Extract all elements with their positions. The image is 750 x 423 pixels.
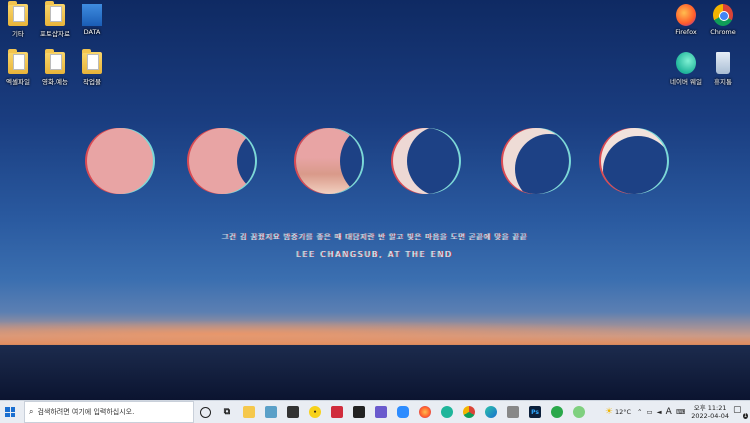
desktop-icon-data[interactable]: DATA <box>69 4 115 36</box>
whale-icon <box>441 406 453 418</box>
folder-icon <box>8 49 28 74</box>
taskbar-app-2[interactable] <box>260 401 282 423</box>
notification-center-button[interactable]: ▢ 1 <box>733 405 748 419</box>
recycle-bin-icon <box>716 52 730 74</box>
taskbar-whale[interactable] <box>436 401 458 423</box>
taskbar-firefox[interactable] <box>414 401 436 423</box>
start-button[interactable] <box>0 401 20 423</box>
calculator-icon <box>287 406 299 418</box>
taskbar-kakaotalk[interactable]: • <box>304 401 326 423</box>
app-icon <box>551 406 563 418</box>
chrome-icon <box>463 406 475 418</box>
sea <box>0 345 750 400</box>
task-view-icon: ⧉ <box>223 407 231 417</box>
app-icon <box>265 406 277 418</box>
folder-icon <box>82 49 102 74</box>
moon-phases <box>0 126 750 196</box>
folder-icon <box>45 49 65 74</box>
desktop-icon-label: 휴지통 <box>714 78 732 86</box>
desktop: 기타 포토샵자료 DATA 엑셀파일 영화,예능 작업물 Firefox Chr… <box>0 0 750 400</box>
moon-crescent-3 <box>601 128 667 194</box>
folder-icon <box>82 4 102 26</box>
taskbar-edge[interactable] <box>480 401 502 423</box>
folder-icon <box>243 406 255 418</box>
chrome-icon <box>713 4 733 26</box>
task-view-button[interactable]: ⧉ <box>216 401 238 423</box>
taskbar-file-explorer[interactable] <box>238 401 260 423</box>
taskbar-app-6[interactable] <box>348 401 370 423</box>
taskbar-photoshop[interactable]: Ps <box>524 401 546 423</box>
kakaotalk-icon: • <box>309 406 321 418</box>
taskbar-app-14[interactable] <box>502 401 524 423</box>
app-icon <box>331 406 343 418</box>
moon-crescent-1 <box>393 128 459 194</box>
horizon-glow <box>0 320 750 348</box>
taskbar-app-16[interactable] <box>546 401 568 423</box>
system-tray: ☀ 12°C ⌃ ▭ ◄ A ⌨ 오후 11:21 2022-04-04 ▢ 1 <box>605 401 750 423</box>
desktop-icon-label: DATA <box>83 28 101 36</box>
app-icon <box>375 406 387 418</box>
taskbar-calculator[interactable] <box>282 401 304 423</box>
whale-icon <box>676 52 696 74</box>
moon-crescent-2 <box>503 128 569 194</box>
taskbar-chrome[interactable] <box>458 401 480 423</box>
cortana-icon <box>199 406 211 418</box>
windows-icon <box>5 407 15 417</box>
notification-icon: ▢ <box>733 405 742 415</box>
cortana-button[interactable] <box>194 401 216 423</box>
firefox-icon <box>676 4 696 26</box>
desktop-icon-label: Chrome <box>710 28 736 36</box>
clock-time: 오후 11:21 <box>693 404 727 412</box>
clock-date: 2022-04-04 <box>691 412 729 420</box>
folder-icon <box>45 1 65 26</box>
desktop-icon-chrome[interactable]: Chrome <box>700 4 746 36</box>
taskbar-app-17[interactable] <box>568 401 590 423</box>
wallpaper-quote: 그건 김 꿈꿨지요 밤중기를 좋은 때 대담지란 반 알고 빛은 마음을 도면 … <box>222 233 528 241</box>
desktop-icon-work[interactable]: 작업물 <box>69 49 115 86</box>
search-icon: ⌕ <box>29 407 34 416</box>
search-box[interactable]: ⌕ 검색하려면 여기에 입력하십시오. <box>24 401 194 423</box>
moon-half <box>296 128 362 194</box>
moon-full <box>87 128 153 194</box>
wallpaper-caption: LEE CHANGSUB, AT THE END <box>296 250 454 259</box>
clock[interactable]: 오후 11:21 2022-04-04 <box>691 404 729 420</box>
app-icon <box>507 406 519 418</box>
desktop-icon-recycle-bin[interactable]: 휴지통 <box>700 52 746 86</box>
notification-count: 1 <box>742 413 748 419</box>
taskbar: ⌕ 검색하려면 여기에 입력하십시오. ⧉ • Ps ☀ 12°C ⌃ ▭ ◄ … <box>0 400 750 423</box>
desktop-icon-label: 작업물 <box>83 78 101 86</box>
ime-indicator[interactable]: A <box>666 407 672 417</box>
app-icon <box>353 406 365 418</box>
search-placeholder: 검색하려면 여기에 입력하십시오. <box>37 408 135 416</box>
taskbar-app-7[interactable] <box>370 401 392 423</box>
keyboard-icon[interactable]: ⌨ <box>676 408 685 416</box>
moon-gibbous <box>189 128 255 194</box>
edge-icon <box>485 406 497 418</box>
app-icon <box>573 406 585 418</box>
photoshop-icon: Ps <box>529 406 541 418</box>
weather-icon[interactable]: ☀ <box>605 407 613 417</box>
taskbar-app-5[interactable] <box>326 401 348 423</box>
speaker-icon[interactable]: ◄ <box>657 408 662 416</box>
firefox-icon <box>419 406 431 418</box>
folder-icon <box>8 1 28 26</box>
chevron-up-icon[interactable]: ⌃ <box>637 408 642 416</box>
taskbar-zoom[interactable] <box>392 401 414 423</box>
network-icon[interactable]: ▭ <box>647 408 653 416</box>
zoom-icon <box>397 406 409 418</box>
weather-temp[interactable]: 12°C <box>615 408 631 416</box>
